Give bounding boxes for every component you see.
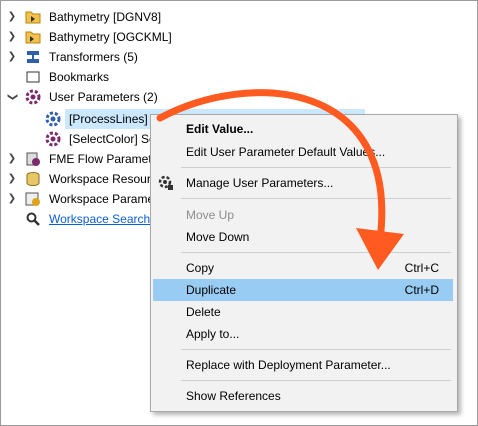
menu-item-label: Copy — [186, 261, 215, 275]
menu-item-show-references[interactable]: Show References — [153, 385, 453, 407]
chevron-right-icon[interactable]: ❯ — [7, 7, 17, 27]
database-icon — [25, 171, 41, 187]
menu-separator — [181, 167, 451, 168]
folder-reader-icon — [25, 9, 41, 25]
tree-item-label: User Parameters (2) — [49, 90, 158, 104]
tree-item-label: Transformers (5) — [49, 50, 138, 64]
chevron-right-icon[interactable]: ❯ — [7, 169, 17, 189]
menu-item-label: Manage User Parameters... — [186, 176, 334, 190]
settings-gear-icon — [25, 191, 41, 207]
menu-item-label: Move Down — [186, 230, 250, 244]
menu-item-duplicate[interactable]: Duplicate Ctrl+D — [153, 279, 453, 301]
tree-item-label: [SelectColor] Se — [69, 132, 156, 146]
transformers-icon — [25, 49, 41, 65]
menu-item-label: Delete — [186, 305, 221, 319]
tree-item-label: Bookmarks — [49, 70, 110, 84]
tree-item-label: Workspace Paramet — [49, 192, 158, 206]
menu-item-label: Duplicate — [186, 283, 237, 297]
menu-item-move-down[interactable]: Move Down — [153, 226, 453, 248]
menu-separator — [181, 380, 451, 381]
chevron-right-icon[interactable]: ❯ — [7, 149, 17, 169]
chevron-right-icon[interactable]: ❯ — [7, 47, 17, 67]
menu-item-label: Replace with Deployment Parameter... — [186, 358, 391, 372]
menu-item-replace-deployment[interactable]: Replace with Deployment Parameter... — [153, 354, 453, 376]
gear-icon — [25, 89, 41, 105]
menu-item-shortcut: Ctrl+C — [404, 261, 439, 275]
menu-item-label: Apply to... — [186, 327, 240, 341]
menu-item-edit-value[interactable]: Edit Value... — [153, 118, 453, 140]
menu-item-edit-defaults[interactable]: Edit User Parameter Default Values... — [153, 141, 453, 163]
server-gear-icon — [25, 151, 41, 167]
menu-item-label: Edit User Parameter Default Values... — [186, 145, 386, 159]
chevron-down-icon[interactable]: ❯ — [2, 92, 22, 102]
chevron-right-icon[interactable]: ❯ — [7, 27, 17, 47]
context-menu: Edit Value... Edit User Parameter Defaul… — [150, 114, 458, 412]
menu-item-apply-to[interactable]: Apply to... — [153, 323, 453, 345]
menu-separator — [181, 349, 451, 350]
tree-item-label: Bathymetry [OGCKML] — [49, 30, 172, 44]
user-parameter-icon — [45, 111, 61, 127]
menu-item-label: Move Up — [186, 208, 235, 222]
bookmark-icon — [25, 69, 41, 85]
tree-item-label: FME Flow Paramete — [49, 152, 159, 166]
menu-item-move-up[interactable]: Move Up — [153, 204, 453, 226]
menu-item-label: Edit Value... — [186, 122, 254, 136]
folder-writer-icon — [25, 29, 41, 45]
search-icon — [25, 211, 41, 227]
tree-item-label: [ProcessLines] D — [69, 112, 160, 126]
menu-separator — [181, 252, 451, 253]
menu-item-manage-parameters[interactable]: Manage User Parameters... — [153, 172, 453, 194]
tree-item-label: Bathymetry [DGNV8] — [49, 10, 162, 24]
chevron-right-icon[interactable]: ❯ — [7, 189, 17, 209]
menu-item-shortcut: Ctrl+D — [404, 283, 439, 297]
menu-item-delete[interactable]: Delete — [153, 301, 453, 323]
tree-item-label: Workspace Resourc — [49, 172, 157, 186]
menu-item-label: Show References — [186, 389, 281, 403]
manage-parameters-icon — [158, 175, 174, 191]
user-parameter-icon — [45, 131, 61, 147]
workspace-search-label[interactable]: Workspace Search... — [49, 209, 160, 229]
menu-item-copy[interactable]: Copy Ctrl+C — [153, 257, 453, 279]
menu-separator — [181, 198, 451, 199]
